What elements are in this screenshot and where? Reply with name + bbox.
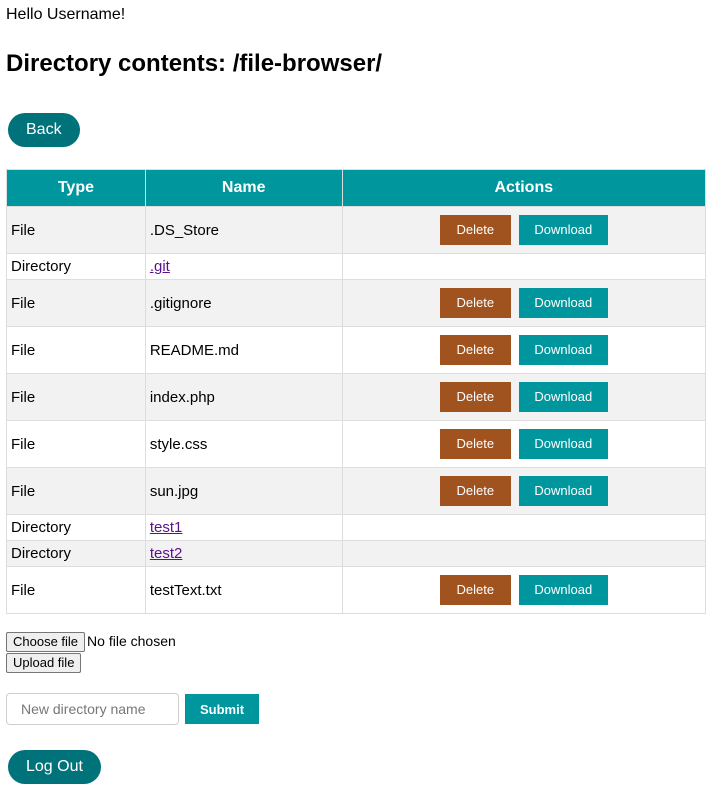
cell-type: Directory — [6, 514, 146, 541]
column-header-name: Name — [144, 169, 343, 207]
delete-button[interactable]: Delete — [439, 288, 511, 318]
directory-link[interactable]: .git — [150, 258, 170, 275]
cell-actions — [341, 514, 707, 541]
table-row: File sun.jpg Delete Download — [6, 467, 707, 515]
no-file-chosen-text: No file chosen — [87, 633, 176, 649]
cell-actions: Delete Download — [341, 566, 707, 614]
directory-link[interactable]: test1 — [150, 519, 183, 536]
cell-name: .DS_Store — [144, 206, 343, 254]
cell-actions — [341, 540, 707, 567]
file-table: Type Name Actions File .DS_Store Delete Dow… — [6, 169, 707, 614]
log-out-button[interactable]: Log Out — [8, 750, 101, 784]
download-button[interactable]: Download — [518, 429, 608, 459]
download-button[interactable]: Download — [518, 382, 608, 412]
cell-actions: Delete Download — [341, 279, 707, 327]
delete-button[interactable]: Delete — [439, 382, 511, 412]
cell-name: .gitignore — [144, 279, 343, 327]
download-button[interactable]: Download — [518, 288, 608, 318]
cell-type: File — [6, 279, 146, 327]
delete-button[interactable]: Delete — [439, 575, 511, 605]
cell-name: sun.jpg — [144, 467, 343, 515]
submit-button[interactable]: Submit — [185, 694, 259, 724]
cell-name: README.md — [144, 326, 343, 374]
table-row: File style.css Delete Download — [6, 420, 707, 468]
choose-file-button[interactable]: Choose file — [6, 632, 86, 652]
cell-name: test2 — [144, 540, 343, 567]
table-row: File index.php Delete Download — [6, 373, 707, 421]
table-body: File .DS_Store Delete Download Directory .git… — [6, 206, 707, 614]
table-row: File .DS_Store Delete Download — [6, 206, 707, 254]
download-button[interactable]: Download — [518, 476, 608, 506]
cell-type: File — [6, 326, 146, 374]
table-row: Directory test2 — [6, 540, 707, 567]
cell-actions: Delete Download — [341, 420, 707, 468]
cell-type: Directory — [6, 253, 146, 280]
cell-actions: Delete Download — [341, 326, 707, 374]
cell-actions — [341, 253, 707, 280]
cell-name: .git — [144, 253, 343, 280]
cell-name: index.php — [144, 373, 343, 421]
table-header-row: Type Name Actions — [6, 169, 707, 207]
directory-link[interactable]: test2 — [150, 545, 183, 562]
table-row: File .gitignore Delete Download — [6, 279, 707, 327]
cell-type: File — [6, 467, 146, 515]
upload-file-button[interactable]: Upload file — [6, 653, 82, 673]
column-header-type: Type — [6, 169, 146, 207]
cell-actions: Delete Download — [341, 467, 707, 515]
delete-button[interactable]: Delete — [439, 335, 511, 365]
cell-type: File — [6, 206, 146, 254]
new-directory-input[interactable] — [6, 693, 179, 725]
table-row: File README.md Delete Download — [6, 326, 707, 374]
page: Hello Username! Directory contents: /fil… — [0, 0, 720, 784]
column-header-actions: Actions — [341, 169, 707, 207]
download-button[interactable]: Download — [518, 575, 608, 605]
cell-type: File — [6, 373, 146, 421]
table-row: Directory test1 — [6, 514, 707, 541]
delete-button[interactable]: Delete — [439, 429, 511, 459]
greeting-text: Hello Username! — [6, 6, 126, 23]
cell-type: File — [6, 566, 146, 614]
cell-type: Directory — [6, 540, 146, 567]
delete-button[interactable]: Delete — [439, 215, 511, 245]
new-directory-form: Submit — [6, 693, 714, 725]
cell-name: test1 — [144, 514, 343, 541]
download-button[interactable]: Download — [518, 215, 608, 245]
back-button[interactable]: Back — [8, 113, 80, 147]
table-row: File testText.txt Delete Download — [6, 566, 707, 614]
cell-type: File — [6, 420, 146, 468]
page-title: Directory contents: /file-browser/ — [6, 50, 383, 77]
cell-name: style.css — [144, 420, 343, 468]
cell-actions: Delete Download — [341, 206, 707, 254]
download-button[interactable]: Download — [518, 335, 608, 365]
delete-button[interactable]: Delete — [439, 476, 511, 506]
cell-actions: Delete Download — [341, 373, 707, 421]
upload-form: Choose file No file chosen Upload file — [6, 632, 714, 673]
cell-name: testText.txt — [144, 566, 343, 614]
table-row: Directory .git — [6, 253, 707, 280]
